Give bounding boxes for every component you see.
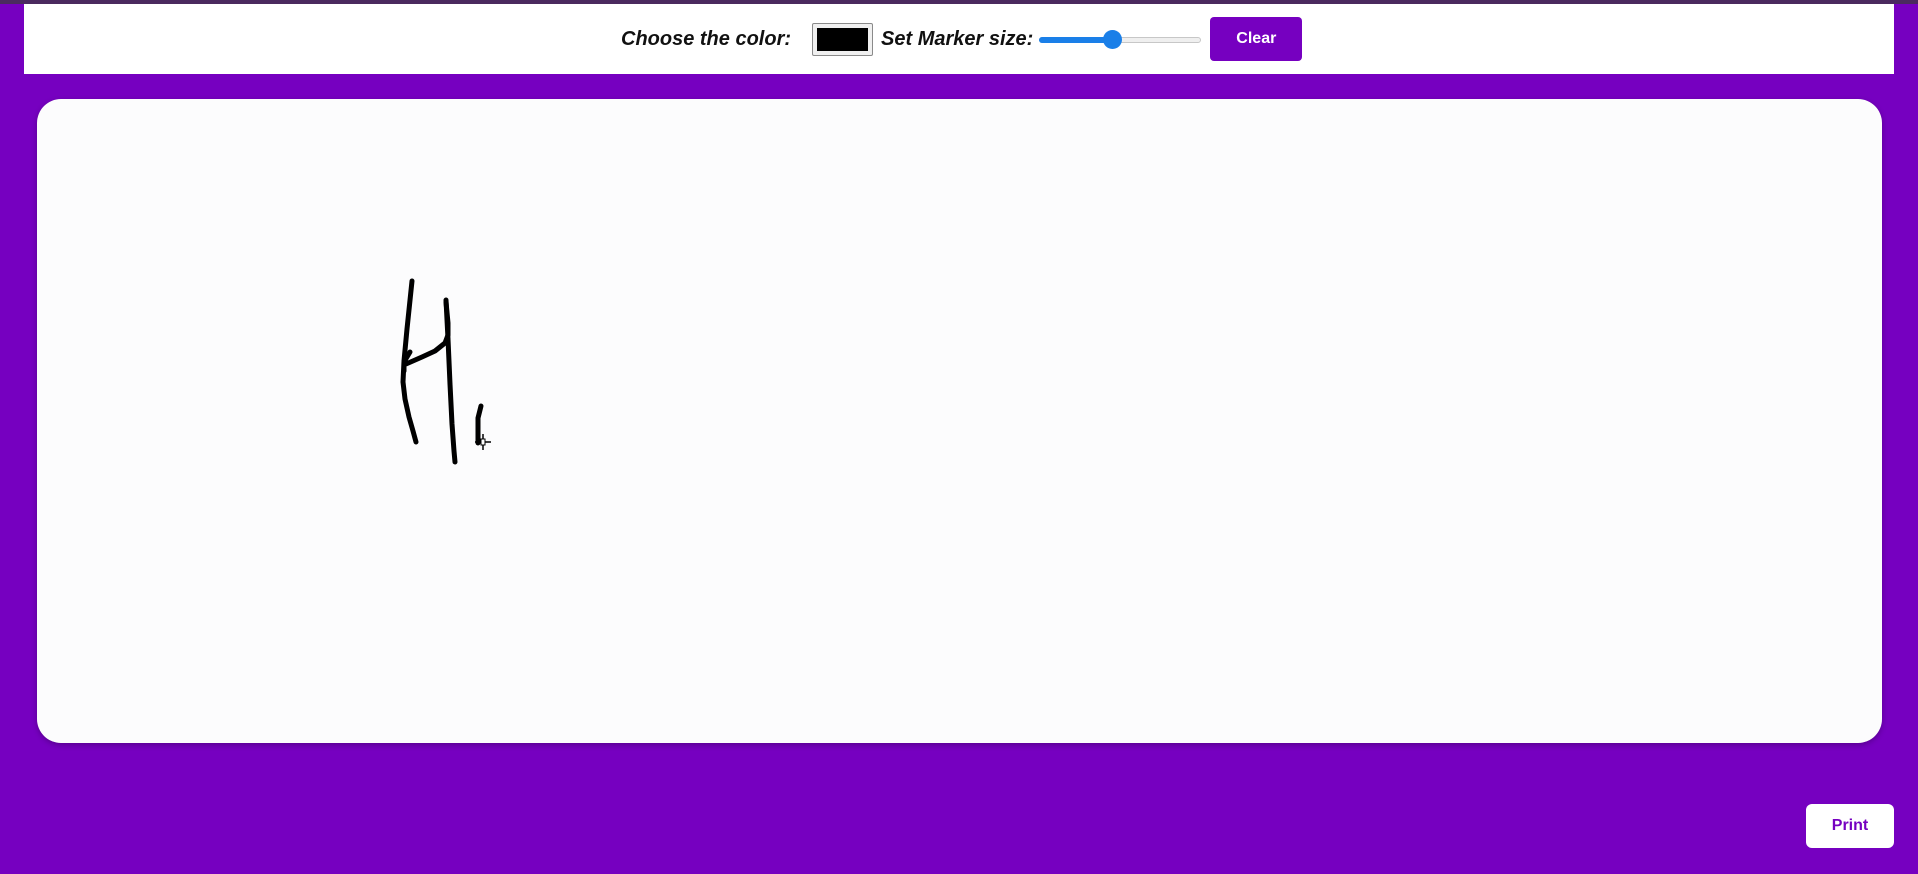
drawing-surface [400, 278, 491, 465]
slider-track-fill [1039, 37, 1113, 43]
color-picker[interactable] [812, 22, 874, 56]
selected-color-swatch [817, 27, 869, 51]
slider-thumb[interactable] [1103, 30, 1123, 49]
print-button[interactable]: Print [1806, 804, 1894, 848]
toolbar: Choose the color: Set Marker size: Clear [24, 4, 1894, 74]
drawing-canvas[interactable] [37, 99, 1882, 743]
marker-size-label: Set Marker size: [881, 27, 1034, 50]
toolbar-controls: Choose the color: Set Marker size: Clear [621, 4, 1303, 74]
marker-size-slider[interactable] [1039, 27, 1202, 51]
drawn-strokes [400, 278, 484, 465]
clear-button[interactable]: Clear [1210, 17, 1303, 61]
color-label: Choose the color: [621, 27, 792, 50]
stroke-short-mark [475, 403, 484, 446]
